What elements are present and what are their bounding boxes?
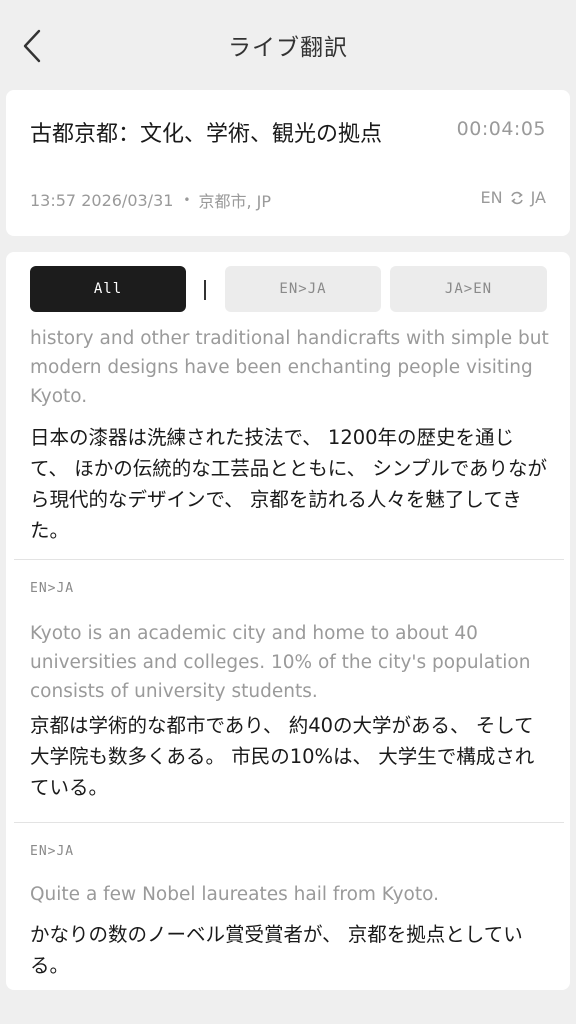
session-duration: 00:04:05 [456, 118, 546, 140]
top-bar: ライブ翻訳 [0, 0, 576, 90]
swap-arrows-icon [510, 191, 523, 204]
session-info-card: 古都京都：文化、学術、観光の拠点 00:04:05 13:57 2026/03/… [6, 90, 570, 236]
filter-all-button[interactable]: All [30, 266, 186, 312]
lang-to: JA [530, 188, 546, 207]
filter-ja-en-button[interactable]: JA>EN [390, 266, 547, 312]
language-pair: EN JA [481, 188, 546, 207]
segment-translated-text: 京都は学術的な都市であり、 約40の大学がある、 そして大学院も数多くある。 市… [30, 714, 535, 799]
segment-direction-tag: EN>JA [30, 844, 75, 859]
segment-source-text: Kyoto is an academic city and home to ab… [30, 623, 531, 702]
session-date: 2026/03/31 [81, 190, 174, 210]
session-title: 古都京都：文化、学術、観光の拠点 [30, 122, 383, 147]
segment-source-text: history and other traditional handicraft… [30, 328, 549, 407]
session-meta: 13:57 2026/03/31 • 京都市, JP [30, 188, 271, 212]
filter-divider [204, 280, 206, 300]
filter-en-ja-button[interactable]: EN>JA [225, 266, 381, 312]
meta-separator: • [183, 193, 191, 207]
segment-divider [14, 559, 564, 560]
page-title: ライブ翻訳 [228, 35, 348, 61]
segment-source-text: Quite a few Nobel laureates hail from Ky… [30, 884, 439, 905]
segment-translated-text: 日本の漆器は洗練された技法で、 1200年の歴史を通じて、 ほかの伝統的な工芸品… [30, 426, 548, 542]
segment-translated-text: かなりの数のノーベル賞受賞者が、 京都を拠点としている。 [30, 923, 523, 977]
segment-divider [14, 822, 564, 823]
transcript-card: All EN>JA JA>EN history and other tradit… [6, 252, 570, 990]
lang-from: EN [480, 188, 503, 207]
session-time: 13:57 [30, 190, 77, 210]
session-location: 京都市, JP [198, 192, 272, 211]
segment-direction-tag: EN>JA [30, 581, 75, 596]
